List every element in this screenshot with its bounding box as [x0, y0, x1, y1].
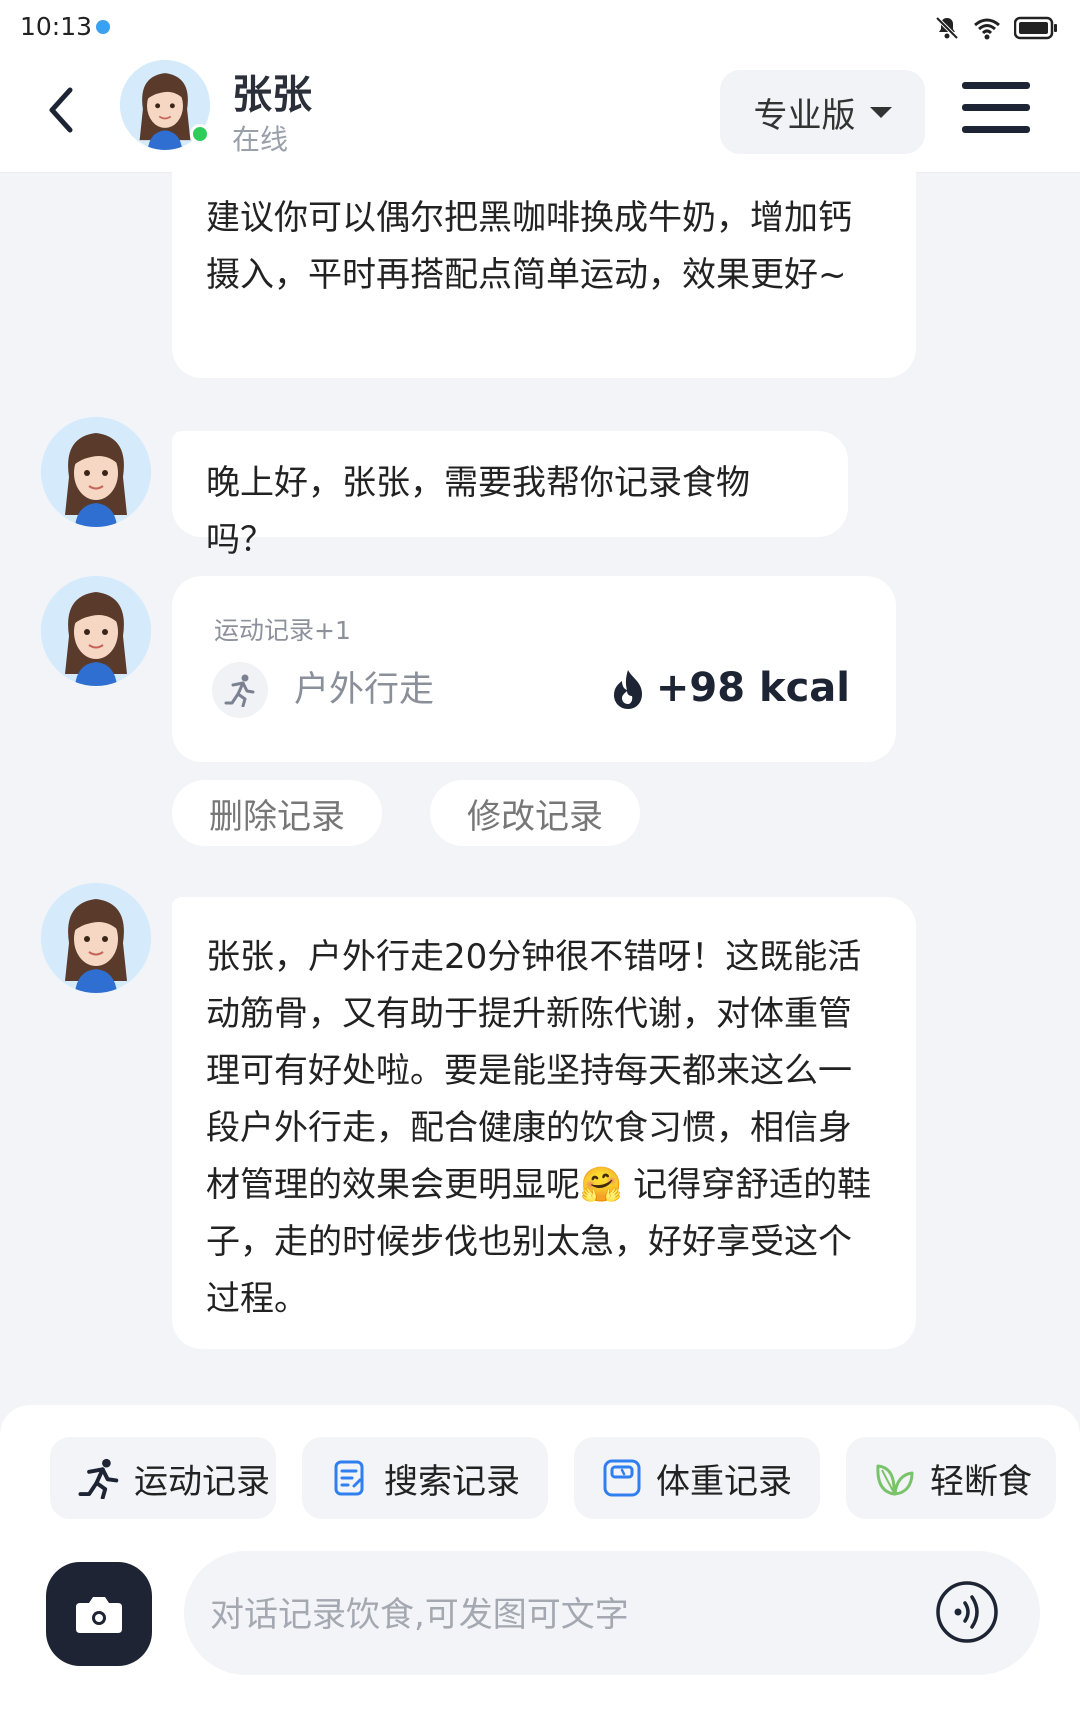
message-text: 建议你可以偶尔把黑咖啡换成牛奶，增加钙摄入，平时再搭配点简单运动，效果更好~ [206, 198, 852, 295]
quick-action-weight-record[interactable]: 体重记录 [574, 1437, 820, 1519]
delete-record-label: 删除记录 [209, 796, 345, 837]
menu-icon-bar [962, 82, 1030, 89]
bottom-panel: 运动记录 搜索记录 体重记录 轻断食 对话记录饮食,可发图可文字 [0, 1405, 1080, 1728]
message-text: 晚上好，张张，需要我帮你记录食物吗？ [206, 463, 750, 560]
assistant-message: 张张，户外行走20分钟很不错呀！这既能活动筋骨，又有助于提升新陈代谢，对体重管理… [172, 897, 916, 1349]
status-time: 10:13 [20, 12, 93, 41]
scale-icon [603, 1459, 641, 1497]
exercise-record-card[interactable]: 运动记录+1 户外行走 +98 kcal [172, 576, 896, 762]
notification-dot-icon [96, 20, 110, 34]
quick-action-search-record[interactable]: 搜索记录 [302, 1437, 548, 1519]
quick-action-fasting[interactable]: 轻断食 [846, 1437, 1056, 1519]
assistant-avatar[interactable] [41, 576, 151, 686]
camera-icon [76, 1597, 122, 1633]
leaf-icon [876, 1464, 914, 1496]
assistant-avatar[interactable] [41, 417, 151, 527]
mute-bell-icon [935, 16, 959, 40]
edit-record-button[interactable]: 修改记录 [430, 780, 640, 846]
edit-record-label: 修改记录 [467, 796, 603, 837]
wifi-icon [974, 18, 1000, 40]
delete-record-button[interactable]: 删除记录 [172, 780, 382, 846]
menu-button[interactable] [962, 82, 1030, 142]
chat-header: 张张 在线 专业版 [0, 56, 1080, 173]
chevron-down-icon [869, 106, 892, 118]
message-text: 张张，户外行走20分钟很不错呀！这既能活动筋骨，又有助于提升新陈代谢，对体重管理… [206, 937, 872, 1319]
version-dropdown[interactable]: 专业版 [720, 70, 925, 154]
assistant-avatar[interactable] [41, 883, 151, 993]
note-search-icon [334, 1460, 364, 1496]
status-bar: 10:13 [0, 0, 1080, 56]
kcal-value: +98 kcal [655, 665, 850, 711]
running-icon [78, 1458, 119, 1499]
message-input[interactable]: 对话记录饮食,可发图可文字 [184, 1551, 1040, 1675]
activity-icon-wrap [212, 662, 268, 718]
version-label: 专业版 [753, 95, 856, 136]
contact-name: 张张 [232, 72, 312, 118]
input-placeholder: 对话记录饮食,可发图可文字 [210, 1595, 629, 1635]
menu-icon-bar [962, 104, 1030, 111]
assistant-message: 晚上好，张张，需要我帮你记录食物吗？ [172, 431, 848, 560]
running-icon [224, 674, 255, 707]
online-indicator [190, 124, 210, 144]
contact-status: 在线 [232, 123, 289, 156]
flame-icon [613, 669, 642, 709]
menu-icon-bar [962, 126, 1030, 133]
assistant-message: 建议你可以偶尔把黑咖啡换成牛奶，增加钙摄入，平时再搭配点简单运动，效果更好~ [172, 160, 916, 378]
quick-action-exercise-record[interactable]: 运动记录 [50, 1437, 276, 1519]
quick-action-label: 搜索记录 [384, 1461, 520, 1502]
battery-icon [1014, 16, 1057, 40]
voice-input-icon[interactable] [934, 1579, 1000, 1645]
quick-action-label: 轻断食 [930, 1461, 1032, 1502]
screen: 10:13 张张 在线 专业版 建议你可以偶尔把黑咖啡换成牛奶，增加钙摄入，平时… [0, 0, 1080, 1728]
card-title: 运动记录+1 [214, 616, 351, 645]
camera-button[interactable] [46, 1562, 152, 1666]
calories-burned: +98 kcal [608, 660, 850, 717]
back-arrow-icon[interactable] [38, 80, 82, 140]
contact-avatar[interactable] [120, 60, 210, 150]
quick-action-label: 体重记录 [656, 1461, 792, 1502]
activity-name: 户外行走 [294, 670, 435, 710]
quick-action-label: 运动记录 [134, 1461, 270, 1502]
status-icons [934, 14, 1058, 42]
